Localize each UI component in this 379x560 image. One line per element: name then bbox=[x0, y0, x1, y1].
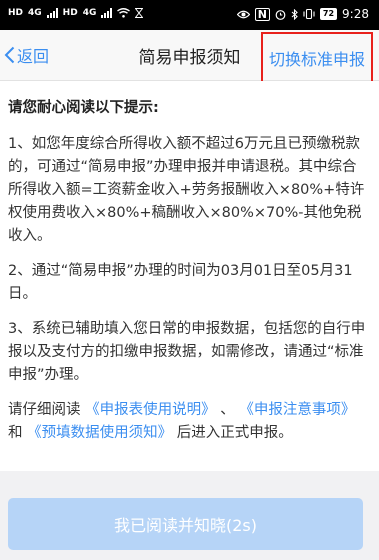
alarm-icon bbox=[275, 9, 286, 20]
clock-time: 9:28 bbox=[342, 7, 369, 21]
notice-intro: 请您耐心阅读以下提示: bbox=[8, 100, 159, 116]
confirm-read-button[interactable]: 我已阅读并知晓(2s) bbox=[8, 498, 363, 550]
network-4g-indicator: 4G bbox=[28, 8, 42, 18]
status-left-indicators: HD 4G HD 4G bbox=[8, 8, 144, 18]
eye-icon bbox=[236, 10, 250, 18]
signal-icon-2 bbox=[101, 8, 113, 18]
notice-item-3: 3、系统已辅助填入您日常的申报数据，包括您的自行申报以及支付方的扣缴申报数据，如… bbox=[8, 321, 366, 383]
prefill-data-notice-link[interactable]: 《预填数据使用须知》 bbox=[27, 425, 172, 441]
separator-text-2: 和 bbox=[8, 425, 28, 441]
nav-header: 返回 简易申报须知 切换标准申报 bbox=[0, 30, 379, 84]
back-button[interactable]: 返回 bbox=[4, 43, 49, 67]
signal-icon bbox=[46, 8, 58, 18]
bottom-bar: 我已阅读并知晓(2s) bbox=[0, 471, 379, 560]
reading-prompt-suffix: 后进入正式申报。 bbox=[172, 425, 293, 441]
form-instructions-link[interactable]: 《申报表使用说明》 bbox=[85, 402, 216, 418]
switch-button-label: 切换标准申报 bbox=[268, 50, 365, 69]
notice-item-1: 1、如您年度综合所得收入额不超过6万元且已预缴税款的，可通过“简易申报”办理申报… bbox=[8, 136, 365, 244]
switch-standard-declaration-button[interactable]: 切换标准申报 bbox=[261, 32, 373, 84]
notice-item-4: 请仔细阅读 《申报表使用说明》 、 《申报注意事项》 和 《预填数据使用须知》 … bbox=[8, 399, 367, 445]
network-4g-indicator-2: 4G bbox=[82, 8, 97, 18]
battery-icon: 72 bbox=[319, 8, 338, 20]
back-button-label: 返回 bbox=[17, 47, 50, 66]
status-right-icons: N 72 9:28 bbox=[236, 7, 369, 21]
hd-indicator: HD bbox=[8, 8, 24, 18]
notice-item-2: 2、通过“简易申报”办理的时间为03月01日至05月31日。 bbox=[8, 263, 353, 302]
reading-prompt-prefix: 请仔细阅读 bbox=[8, 402, 86, 418]
status-bar: HD 4G HD 4G N 72 9:28 bbox=[0, 0, 379, 30]
nfc-icon: N bbox=[254, 7, 270, 21]
chevron-left-icon bbox=[4, 46, 15, 64]
wifi-icon bbox=[117, 8, 131, 18]
bluetooth-icon bbox=[291, 8, 298, 20]
hd-indicator-2: HD bbox=[62, 8, 78, 18]
declaration-notes-link[interactable]: 《申报注意事项》 bbox=[239, 402, 355, 418]
vibrate-icon bbox=[303, 9, 315, 19]
screen: HD 4G HD 4G N 72 9:28 返回 简易申报须知 切换标准申报 请… bbox=[0, 0, 379, 560]
separator-text: 、 bbox=[215, 402, 240, 418]
notice-content: 请您耐心阅读以下提示: 1、如您年度综合所得收入额不超过6万元且已预缴税款的，可… bbox=[0, 81, 379, 471]
hourglass-icon bbox=[135, 8, 144, 18]
